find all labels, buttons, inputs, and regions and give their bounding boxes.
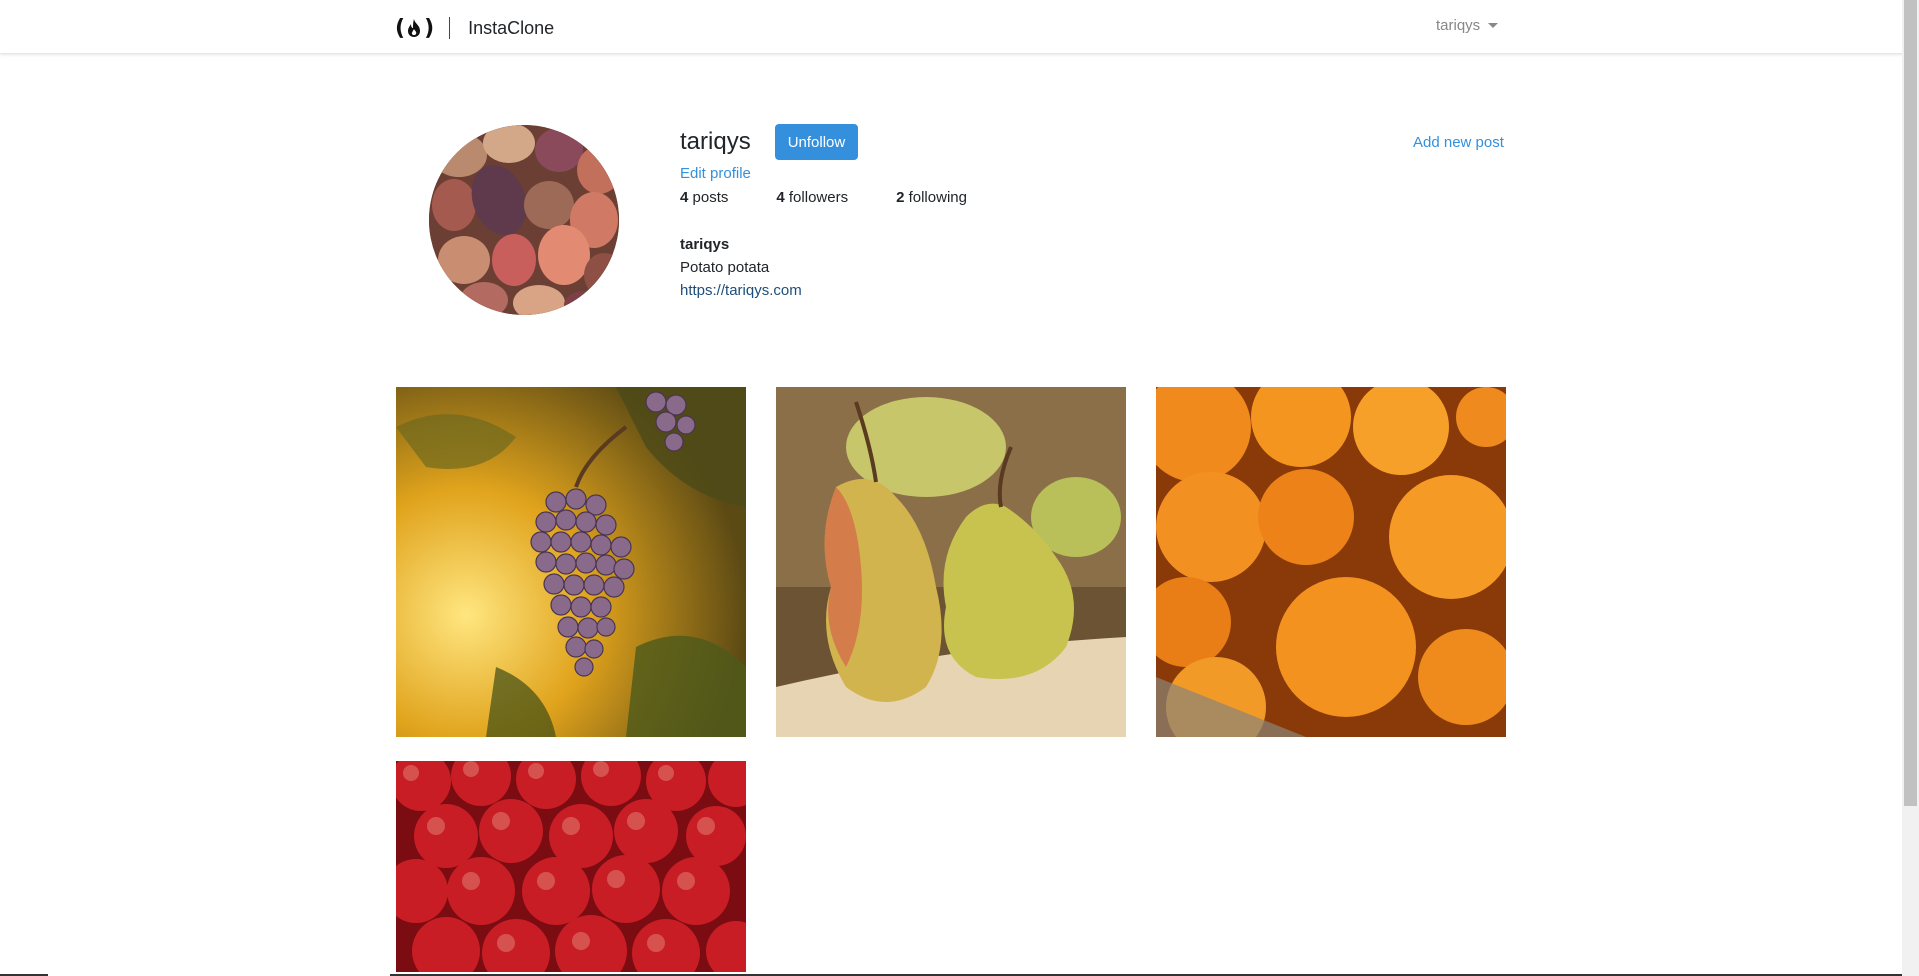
following-count: 2	[896, 189, 905, 206]
caret-down-icon	[1488, 23, 1499, 28]
scrollbar-thumb[interactable]	[1904, 0, 1917, 806]
brand-link[interactable]: () InstaClone	[395, 14, 554, 42]
posts-label: posts	[692, 189, 729, 206]
posts-count: 4	[680, 189, 689, 206]
profile-stats: 4 posts 4 followers 2 following	[680, 189, 1015, 206]
post-pears[interactable]	[776, 387, 1126, 737]
vertical-scrollbar[interactable]	[1902, 0, 1919, 976]
brand-divider	[449, 17, 451, 39]
potatoes-image	[429, 125, 619, 315]
top-navbar: () InstaClone tariqys	[0, 0, 1902, 54]
edit-profile-link[interactable]: Edit profile	[680, 165, 751, 182]
following-stat: 2 following	[896, 189, 967, 206]
profile-username: tariqys	[680, 128, 751, 155]
post-oranges[interactable]	[1156, 387, 1506, 737]
apples-image	[396, 761, 746, 976]
grapes-image	[396, 387, 746, 737]
user-menu-dropdown[interactable]: tariqys	[1436, 17, 1499, 34]
add-new-post-link[interactable]: Add new post	[1413, 134, 1504, 151]
followers-label: followers	[788, 189, 849, 206]
fire-logo-icon: ()	[395, 15, 434, 41]
followers-stat: 4 followers	[776, 189, 848, 206]
following-label: following	[908, 189, 967, 206]
bio-url-link[interactable]: https://tariqys.com	[680, 282, 802, 299]
profile-info: tariqys Unfollow	[680, 124, 859, 160]
profile-avatar	[429, 125, 619, 315]
pears-image	[776, 387, 1126, 737]
user-menu-label: tariqys	[1436, 17, 1481, 34]
brand-name: InstaClone	[468, 17, 555, 38]
post-grapes[interactable]	[396, 387, 746, 737]
post-apples[interactable]	[396, 761, 746, 976]
username-row: tariqys Unfollow	[680, 124, 859, 160]
oranges-image	[1156, 387, 1506, 737]
bio-description: Potato potata	[680, 259, 770, 276]
unfollow-button[interactable]: Unfollow	[774, 124, 859, 160]
followers-count: 4	[776, 189, 785, 206]
bottom-edge	[0, 972, 1902, 976]
posts-stat: 4 posts	[680, 189, 728, 206]
bio-title: tariqys	[680, 236, 730, 253]
